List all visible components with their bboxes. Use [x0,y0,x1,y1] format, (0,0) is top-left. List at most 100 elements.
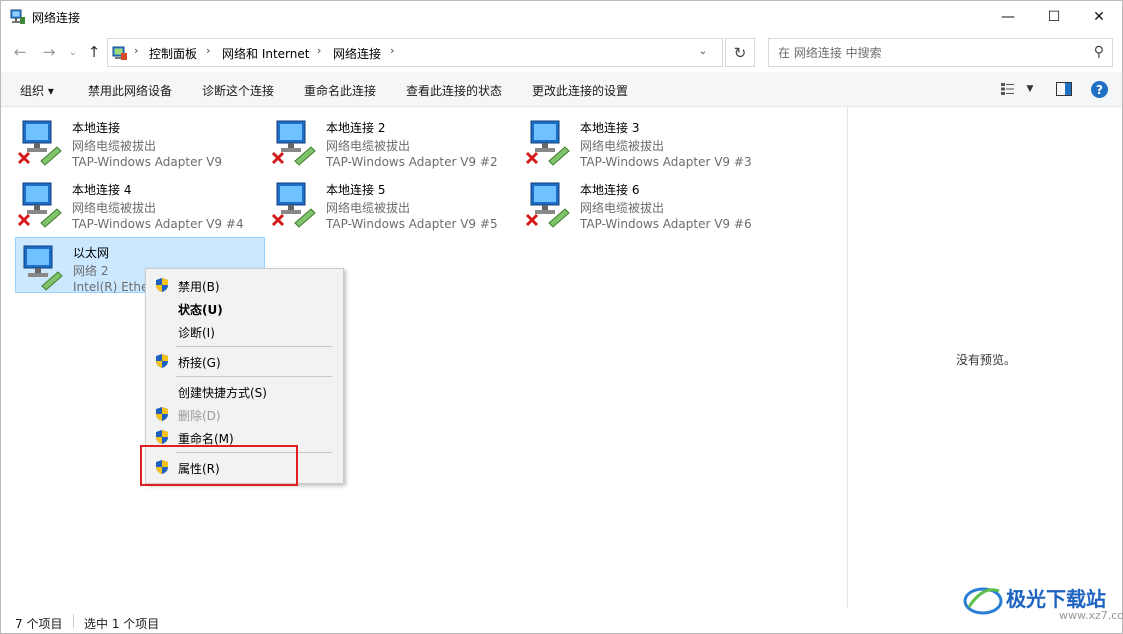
arrow-left-icon: ← [13,43,27,61]
connection-status: 网络电缆被拔出 [326,139,411,153]
menu-separator [176,376,332,377]
breadcrumb-separator-icon: › [134,44,139,57]
recent-locations-button[interactable]: ⌄ [63,42,83,62]
breadcrumb-separator-icon[interactable]: › [317,44,321,57]
connection-status: 网络电缆被拔出 [72,201,157,215]
breadcrumb-separator-icon[interactable]: › [390,44,394,57]
uac-shield-icon [156,430,168,444]
menu-item-label: 状态(U) [178,303,223,317]
forward-button[interactable]: → [39,42,59,62]
menu-item-label: 删除(D) [178,409,221,423]
preview-pane-button[interactable] [1055,80,1073,98]
maximize-icon: ☐ [1047,9,1061,25]
connection-name: 本地连接 4 [72,183,132,197]
breadcrumb-network-connections[interactable]: 网络连接 [333,45,381,62]
minimize-button[interactable]: — [985,1,1031,33]
organize-menu[interactable]: 组织 ▾ [20,82,54,99]
close-icon: ✕ [1093,9,1105,25]
network-connections-window: 网络连接 — ☐ ✕ ← → ⌄ ↑ › 控制面板 › 网络和 Internet… [0,0,1123,634]
watermark-text: 极光下载站 [1006,587,1106,611]
status-bar: 7 个项目 选中 1 个项目 [1,609,1122,633]
connections-list: 本地连接 网络电缆被拔出 TAP-Windows Adapter V9 本地连接… [1,108,847,608]
window-title: 网络连接 [32,11,81,25]
network-connections-icon [10,9,25,24]
connection-adapter: TAP-Windows Adapter V9 #3 [580,155,752,169]
network-adapter-disconnected-icon [271,120,316,166]
network-adapter-icon [23,245,63,291]
network-adapter-disconnected-icon [17,182,62,228]
back-button[interactable]: ← [10,42,30,62]
connection-item[interactable]: 本地连接 网络电缆被拔出 TAP-Windows Adapter V9 [15,113,265,169]
search-box[interactable]: ⚲ [768,38,1113,67]
breadcrumb-separator-icon[interactable]: › [206,44,210,57]
menu-item-status[interactable]: 状态(U) [146,297,343,319]
uac-shield-icon [156,407,168,421]
connection-item[interactable]: 本地连接 5 网络电缆被拔出 TAP-Windows Adapter V9 #5 [269,175,519,231]
connection-adapter: TAP-Windows Adapter V9 #4 [72,217,244,231]
connection-adapter: Intel(R) Ethe [73,280,149,294]
address-bar[interactable]: › 控制面板 › 网络和 Internet › 网络连接 › ⌄ [107,38,723,67]
menu-separator [176,346,332,347]
watermark: 极光下载站 www.xz7.com [961,581,1123,622]
network-adapter-disconnected-icon [525,182,570,228]
menu-item-label: 桥接(G) [178,356,221,370]
status-divider [73,614,74,628]
menu-item-label: 诊断(I) [178,326,215,340]
refresh-button[interactable]: ↻ [725,38,755,67]
preview-pane-icon [1056,82,1072,96]
details-view-icon [1001,83,1014,95]
connection-item[interactable]: 本地连接 3 网络电缆被拔出 TAP-Windows Adapter V9 #3 [523,113,773,169]
rename-command[interactable]: 重命名此连接 [304,82,376,99]
up-button[interactable]: ↑ [84,42,104,62]
view-status-command[interactable]: 查看此连接的状态 [406,82,502,99]
maximize-button[interactable]: ☐ [1031,1,1077,33]
connection-name: 以太网 [73,246,110,260]
search-icon[interactable]: ⚲ [1094,44,1104,60]
connection-name: 本地连接 5 [326,183,386,197]
view-dropdown-icon[interactable]: ▼ [1023,80,1037,98]
connection-adapter: TAP-Windows Adapter V9 [72,155,223,169]
connection-status: 网络电缆被拔出 [580,139,665,153]
connection-item[interactable]: 本地连接 6 网络电缆被拔出 TAP-Windows Adapter V9 #6 [523,175,773,231]
connection-adapter: TAP-Windows Adapter V9 #5 [326,217,498,231]
breadcrumb-control-panel[interactable]: 控制面板 [149,45,197,62]
connection-adapter: TAP-Windows Adapter V9 #6 [580,217,752,231]
breadcrumb-network-internet[interactable]: 网络和 Internet [222,45,309,62]
diagnose-command[interactable]: 诊断这个连接 [202,82,274,99]
selected-count: 选中 1 个项目 [84,617,160,631]
minimize-icon: — [1001,9,1015,25]
connection-item[interactable]: 本地连接 2 网络电缆被拔出 TAP-Windows Adapter V9 #2 [269,113,519,169]
control-panel-icon [112,46,127,60]
connection-status: 网络 2 [73,264,109,278]
menu-item-disable[interactable]: 禁用(B) [146,274,343,296]
item-count: 7 个项目 [15,617,63,631]
refresh-icon: ↻ [733,43,747,62]
disable-device-command[interactable]: 禁用此网络设备 [88,82,172,99]
address-row: ← → ⌄ ↑ › 控制面板 › 网络和 Internet › 网络连接 › ⌄… [1,35,1122,69]
connection-name: 本地连接 2 [326,121,386,135]
network-adapter-disconnected-icon [525,120,570,166]
connection-item[interactable]: 本地连接 4 网络电缆被拔出 TAP-Windows Adapter V9 #4 [15,175,265,231]
change-settings-command[interactable]: 更改此连接的设置 [532,82,628,99]
menu-item-diagnose[interactable]: 诊断(I) [146,320,343,342]
connection-name: 本地连接 6 [580,183,640,197]
highlight-annotation-box [140,445,298,486]
menu-item-bridge[interactable]: 桥接(G) [146,350,343,372]
chevron-down-icon: ⌄ [68,46,78,58]
close-button[interactable]: ✕ [1076,1,1122,33]
connection-status: 网络电缆被拔出 [580,201,665,215]
connection-status: 网络电缆被拔出 [72,139,157,153]
preview-pane: 没有预览。 [847,108,1122,608]
uac-shield-icon [156,354,168,368]
menu-item-label: 创建快捷方式(S) [178,386,267,400]
address-dropdown-icon[interactable]: ⌄ [693,46,713,62]
menu-item-delete: 删除(D) [146,403,343,425]
help-icon[interactable]: ? [1091,81,1108,98]
search-input[interactable] [769,39,1079,66]
view-options-button[interactable] [999,80,1017,98]
menu-item-create-shortcut[interactable]: 创建快捷方式(S) [146,380,343,402]
no-preview-message: 没有预览。 [956,353,1017,367]
connection-name: 本地连接 [72,121,121,135]
command-bar: 组织 ▾ 禁用此网络设备 诊断这个连接 重命名此连接 查看此连接的状态 更改此连… [1,72,1122,107]
network-adapter-disconnected-icon [271,182,316,228]
